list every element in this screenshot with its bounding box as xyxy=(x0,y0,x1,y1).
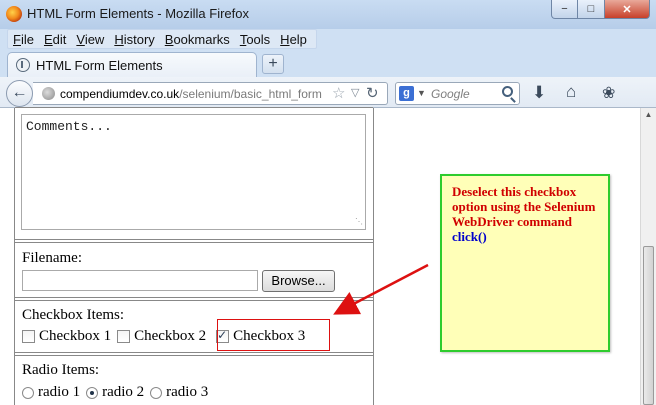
menu-help[interactable]: Help xyxy=(275,32,312,47)
close-button[interactable]: ✕ xyxy=(605,0,650,19)
radio-2-label: radio 2 xyxy=(102,384,145,400)
download-icon[interactable]: ⬇ xyxy=(532,83,546,103)
tab-strip: HTML Form Elements + xyxy=(0,49,656,78)
globe-icon xyxy=(42,87,55,100)
search-bar[interactable]: g ▼ Google xyxy=(395,82,520,105)
search-engine-dropdown-icon[interactable]: ▼ xyxy=(417,88,426,98)
menu-bar: File Edit View History Bookmarks Tools H… xyxy=(7,29,317,49)
arrow-left-icon: ← xyxy=(11,84,28,101)
scroll-thumb[interactable] xyxy=(643,246,654,405)
tab-html-form-elements[interactable]: HTML Form Elements xyxy=(7,52,257,78)
radio-3-label: radio 3 xyxy=(166,384,209,400)
radio-3[interactable] xyxy=(150,386,163,399)
menu-history[interactable]: History xyxy=(109,32,159,47)
new-tab-button[interactable]: + xyxy=(262,54,284,74)
google-icon[interactable]: g xyxy=(399,86,414,101)
url-text: compendiumdev.co.uk/selenium/basic_html_… xyxy=(60,87,322,101)
scroll-up-icon[interactable]: ▲ xyxy=(641,110,656,119)
callout-text: Deselect this checkbox option using the … xyxy=(452,184,596,229)
checkbox-2-label: Checkbox 2 xyxy=(134,328,207,344)
title-bar: HTML Form Elements - Mozilla Firefox − □… xyxy=(0,0,656,29)
checkbox-1-label: Checkbox 1 xyxy=(39,328,112,344)
minimize-button[interactable]: − xyxy=(551,0,578,19)
checkbox-items-label: Checkbox Items: xyxy=(22,307,125,323)
browse-button[interactable]: Browse... xyxy=(262,270,335,292)
checkbox-3-highlight-box xyxy=(217,319,330,351)
window-controls: − □ ✕ xyxy=(551,0,650,19)
radio-1[interactable] xyxy=(22,386,34,399)
menu-bookmarks[interactable]: Bookmarks xyxy=(160,32,235,47)
menu-view[interactable]: View xyxy=(71,32,109,47)
radio-2[interactable] xyxy=(86,386,99,399)
checkbox-2[interactable] xyxy=(117,330,131,343)
menu-edit[interactable]: Edit xyxy=(39,32,71,47)
url-bar[interactable]: compendiumdev.co.uk/selenium/basic_html_… xyxy=(33,82,388,105)
search-placeholder: Google xyxy=(431,87,470,101)
search-icon[interactable] xyxy=(502,86,513,97)
chevron-down-icon[interactable]: ▽ xyxy=(351,86,359,99)
bookmark-star-icon[interactable]: ☆ xyxy=(332,84,345,102)
home-icon[interactable]: ⌂ xyxy=(566,82,576,102)
menu-tools[interactable]: Tools xyxy=(235,32,275,47)
window-title: HTML Form Elements - Mozilla Firefox xyxy=(27,6,249,21)
firebug-icon[interactable]: ❀ xyxy=(602,83,615,103)
radio-1-label: radio 1 xyxy=(38,384,81,400)
maximize-button[interactable]: □ xyxy=(578,0,605,19)
resize-grip-icon[interactable]: ⋱ xyxy=(355,217,363,227)
navigation-toolbar: compendiumdev.co.uk/selenium/basic_html_… xyxy=(0,77,656,108)
form-column: Comments... ⋱ Filename: Browse... Checkb… xyxy=(14,107,374,405)
filename-input[interactable] xyxy=(22,270,258,291)
radio-row: radio 1 radio 2 radio 3 xyxy=(22,384,214,401)
comments-section: Comments... ⋱ xyxy=(15,107,373,240)
filename-label: Filename: xyxy=(22,250,82,266)
filename-section: Filename: Browse... xyxy=(15,242,373,298)
page-favicon-icon xyxy=(16,58,30,72)
back-button[interactable]: ← xyxy=(6,80,33,107)
tab-label: HTML Form Elements xyxy=(36,58,163,73)
radio-items-label: Radio Items: xyxy=(22,362,100,378)
firefox-icon xyxy=(6,6,22,22)
menu-file[interactable]: File xyxy=(8,32,39,47)
radio-section: Radio Items: radio 1 radio 2 radio 3 xyxy=(15,355,373,405)
callout-command: click() xyxy=(452,229,487,244)
checkbox-1[interactable] xyxy=(22,330,35,343)
page-content: Comments... ⋱ Filename: Browse... Checkb… xyxy=(0,107,640,405)
comments-textarea[interactable]: Comments... ⋱ xyxy=(21,114,366,230)
reload-icon[interactable]: ↻ xyxy=(366,84,379,102)
vertical-scrollbar[interactable]: ▲ xyxy=(640,108,656,405)
annotation-callout: Deselect this checkbox option using the … xyxy=(440,174,610,352)
